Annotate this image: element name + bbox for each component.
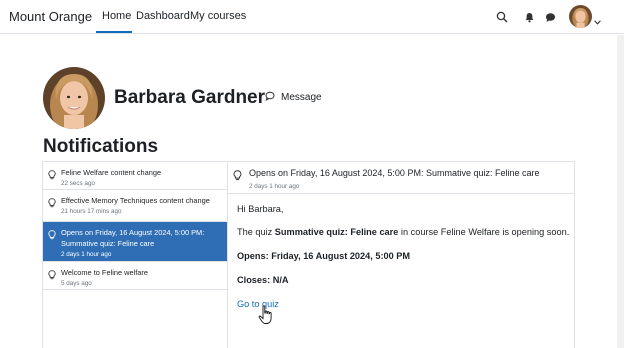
nav-dashboard[interactable]: Dashboard (136, 10, 190, 22)
notification-item[interactable]: Welcome to Feline welfare 5 days ago (43, 262, 227, 290)
opens-text: Opens: Friday, 16 August 2024, 5:00 PM (237, 251, 411, 261)
greeting-text: Hi Barbara, (237, 204, 284, 214)
notification-detail: Opens on Friday, 16 August 2024, 5:00 PM… (228, 161, 575, 348)
closes-text: Closes: N/A (237, 275, 289, 285)
lightbulb-icon (233, 168, 242, 186)
page-scrollbar[interactable] (617, 35, 624, 348)
notification-title: Welcome to Feline welfare (61, 268, 148, 277)
detail-time: 2 days 1 hour ago (249, 183, 300, 190)
notification-title: Feline Welfare content change (61, 168, 162, 177)
search-icon[interactable] (494, 9, 510, 25)
page-title: Notifications (43, 136, 159, 157)
user-avatar-small[interactable] (569, 5, 592, 28)
notification-item[interactable]: Feline Welfare content change 22 secs ag… (43, 162, 227, 190)
message-icon (265, 91, 275, 104)
chat-icon[interactable] (542, 9, 558, 25)
message-button[interactable]: Message (265, 91, 322, 104)
body-suffix: in course Feline Welfare is opening soon… (398, 227, 570, 237)
notification-item[interactable]: Effective Memory Techniques content chan… (43, 190, 227, 222)
bell-icon[interactable] (521, 9, 537, 25)
detail-title: Opens on Friday, 16 August 2024, 5:00 PM… (249, 168, 540, 178)
nav-my-courses[interactable]: My courses (190, 10, 246, 22)
notification-detail-header: Opens on Friday, 16 August 2024, 5:00 PM… (228, 162, 574, 194)
quiz-name: Summative quiz: Feline care (274, 227, 399, 237)
user-avatar (43, 67, 105, 129)
site-brand[interactable]: Mount Orange (9, 9, 92, 24)
lightbulb-icon (48, 227, 56, 245)
notification-title: Effective Memory Techniques content chan… (61, 196, 210, 205)
lightbulb-icon (48, 167, 56, 185)
lightbulb-icon (48, 195, 56, 213)
user-menu-caret-icon[interactable] (594, 12, 601, 30)
lightbulb-icon (48, 267, 56, 285)
notification-item-selected[interactable]: Opens on Friday, 16 August 2024, 5:00 PM… (43, 222, 227, 262)
body-prefix: The quiz (237, 227, 275, 237)
notification-list: Feline Welfare content change 22 secs ag… (42, 161, 228, 348)
user-full-name: Barbara Gardner (114, 87, 266, 108)
notification-title: Opens on Friday, 16 August 2024, 5:00 PM… (61, 228, 205, 248)
top-navbar: Mount Orange Home Dashboard My courses (0, 0, 624, 34)
message-label: Message (281, 92, 322, 103)
notification-time: 22 secs ago (61, 180, 95, 187)
hand-pointer-cursor-icon (258, 305, 274, 330)
notification-time: 5 days ago (61, 280, 92, 287)
quiz-opening-text: The quiz Summative quiz: Feline care in … (237, 227, 569, 237)
nav-home[interactable]: Home (102, 10, 131, 22)
notification-time: 2 days 1 hour ago (61, 251, 112, 258)
active-nav-indicator (96, 31, 132, 33)
notification-time: 21 hours 17 mins ago (61, 208, 122, 215)
